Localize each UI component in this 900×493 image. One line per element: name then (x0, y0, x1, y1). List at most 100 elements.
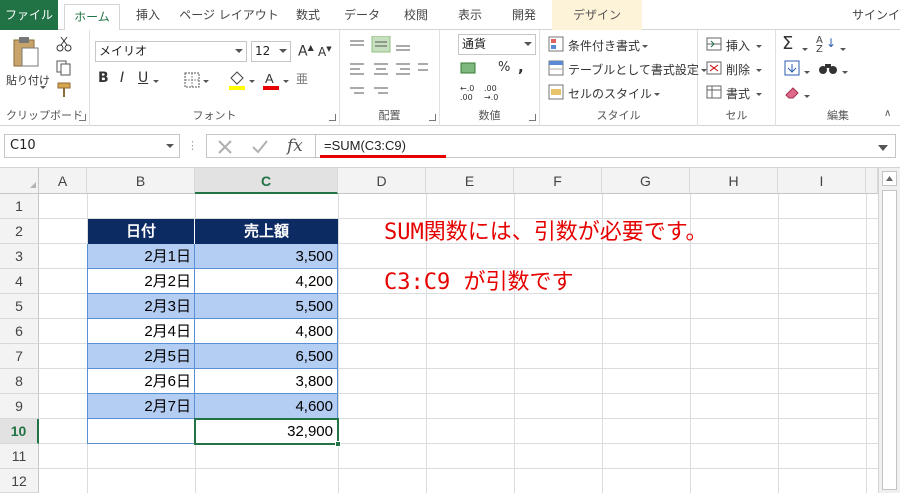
date-cell[interactable]: 2月3日 (87, 294, 195, 319)
col-header-C[interactable]: C (195, 168, 338, 194)
row-header-4[interactable]: 4 (0, 269, 39, 294)
total-label-cell[interactable] (87, 419, 195, 444)
col-header-I[interactable]: I (778, 168, 866, 194)
paste-icon[interactable] (10, 36, 40, 68)
row-header-3[interactable]: 3 (0, 244, 39, 269)
find-select-dropdown[interactable] (840, 65, 848, 79)
row-header-5[interactable]: 5 (0, 294, 39, 319)
cancel-entry-icon[interactable] (217, 139, 233, 155)
select-all-corner[interactable] (0, 168, 39, 194)
bold-icon[interactable]: B (98, 70, 109, 86)
fill-handle[interactable] (335, 441, 341, 447)
amount-cell[interactable]: 4,800 (195, 319, 338, 344)
date-cell[interactable]: 2月2日 (87, 269, 195, 294)
amount-cell[interactable]: 6,500 (195, 344, 338, 369)
borders-dropdown[interactable] (201, 74, 209, 88)
increase-decimal-icon[interactable]: ←.0.00 (460, 84, 474, 102)
font-color-icon[interactable]: A (262, 70, 280, 90)
clear-icon[interactable] (784, 84, 800, 100)
date-cell[interactable]: 2月5日 (87, 344, 195, 369)
autosum-icon[interactable]: Σ (782, 33, 793, 54)
grow-font-icon[interactable]: A▲ (298, 43, 314, 60)
insert-cells-icon[interactable] (706, 36, 722, 52)
format-cells-button[interactable]: 書式 (726, 85, 762, 102)
underline-icon[interactable]: U (138, 70, 148, 86)
fill-color-icon[interactable] (228, 70, 246, 90)
amount-cell[interactable]: 3,800 (195, 369, 338, 394)
autosum-dropdown[interactable] (800, 42, 808, 56)
percent-style-icon[interactable]: % (498, 60, 510, 75)
font-launcher[interactable] (329, 114, 336, 121)
borders-icon[interactable] (184, 72, 200, 88)
conditional-formatting-button[interactable]: 条件付き書式 (568, 37, 649, 54)
date-cell[interactable]: 2月6日 (87, 369, 195, 394)
italic-icon[interactable]: I (120, 70, 124, 86)
format-as-table-button[interactable]: テーブルとして書式設定 (568, 61, 707, 78)
amount-cell[interactable]: 4,200 (195, 269, 338, 294)
col-header-F[interactable]: F (514, 168, 602, 194)
sort-filter-icon[interactable]: AZ (816, 36, 823, 55)
tab-design[interactable]: デザイン (552, 0, 642, 30)
date-cell[interactable]: 2月4日 (87, 319, 195, 344)
confirm-entry-icon[interactable] (251, 139, 269, 155)
row-header-1[interactable]: 1 (0, 194, 39, 219)
expand-formula-bar-icon[interactable] (878, 140, 888, 154)
tab-data[interactable]: データ (334, 0, 390, 30)
format-as-table-icon[interactable] (548, 60, 564, 76)
tab-formulas[interactable]: 数式 (286, 0, 330, 30)
insert-function-icon[interactable]: fx (287, 136, 303, 156)
tab-file[interactable]: ファイル (0, 0, 58, 30)
number-format-combo[interactable]: 通貨 (458, 34, 536, 55)
cell-styles-icon[interactable] (548, 84, 564, 100)
font-color-dropdown[interactable] (281, 74, 289, 88)
amount-cell[interactable]: 4,600 (195, 394, 338, 419)
col-header-E[interactable]: E (426, 168, 514, 194)
accounting-format-icon[interactable] (460, 60, 482, 76)
sign-in-link[interactable]: サインイン (852, 0, 900, 52)
row-header-7[interactable]: 7 (0, 344, 39, 369)
row-header-6[interactable]: 6 (0, 319, 39, 344)
font-size-combo[interactable]: 12 (251, 41, 291, 62)
clipboard-launcher[interactable] (79, 114, 86, 121)
phonetic-icon[interactable]: 亜 (296, 70, 308, 87)
scroll-thumb[interactable] (882, 190, 897, 490)
date-cell[interactable]: 2月7日 (87, 394, 195, 419)
clear-dropdown[interactable] (802, 89, 810, 103)
alignment-launcher[interactable] (429, 114, 436, 121)
name-box[interactable]: C10 (4, 134, 180, 158)
collapse-ribbon-icon[interactable]: ∧ (884, 108, 891, 119)
fill-dropdown[interactable] (802, 65, 810, 79)
paste-dropdown-arrow[interactable] (38, 80, 46, 94)
col-header-B[interactable]: B (87, 168, 195, 194)
row-header-2[interactable]: 2 (0, 219, 39, 244)
decrease-decimal-icon[interactable]: .00 →.0 (484, 84, 498, 102)
col-header-H[interactable]: H (690, 168, 778, 194)
alignment-icons[interactable] (348, 36, 430, 106)
row-header-12[interactable]: 12 (0, 469, 39, 493)
conditional-formatting-icon[interactable] (548, 36, 564, 52)
tab-page-layout[interactable]: ページ レイアウト (176, 0, 282, 30)
scroll-up-arrow-icon[interactable] (882, 171, 897, 186)
cell-styles-button[interactable]: セルのスタイル (568, 85, 661, 102)
col-header-G[interactable]: G (602, 168, 690, 194)
col-header-D[interactable]: D (338, 168, 426, 194)
number-launcher[interactable] (529, 114, 536, 121)
tab-insert[interactable]: 挿入 (124, 0, 172, 30)
amount-cell[interactable]: 5,500 (195, 294, 338, 319)
sort-filter-dropdown[interactable] (838, 42, 846, 56)
tab-developer[interactable]: 開発 (502, 0, 546, 30)
fill-color-dropdown[interactable] (247, 74, 255, 88)
row-header-11[interactable]: 11 (0, 444, 39, 469)
fill-icon[interactable] (784, 60, 800, 76)
format-cells-icon[interactable] (706, 84, 722, 100)
comma-style-icon[interactable]: , (518, 58, 524, 76)
delete-cells-icon[interactable] (706, 60, 722, 76)
table-header-amount[interactable]: 売上額 (195, 219, 338, 244)
date-cell[interactable]: 2月1日 (87, 244, 195, 269)
shrink-font-icon[interactable]: A▼ (318, 45, 332, 59)
font-name-combo[interactable]: メイリオ (95, 41, 247, 62)
format-painter-icon[interactable] (56, 82, 72, 98)
vertical-scrollbar[interactable] (878, 168, 900, 493)
table-header-date[interactable]: 日付 (88, 219, 195, 244)
underline-dropdown[interactable] (151, 74, 159, 88)
